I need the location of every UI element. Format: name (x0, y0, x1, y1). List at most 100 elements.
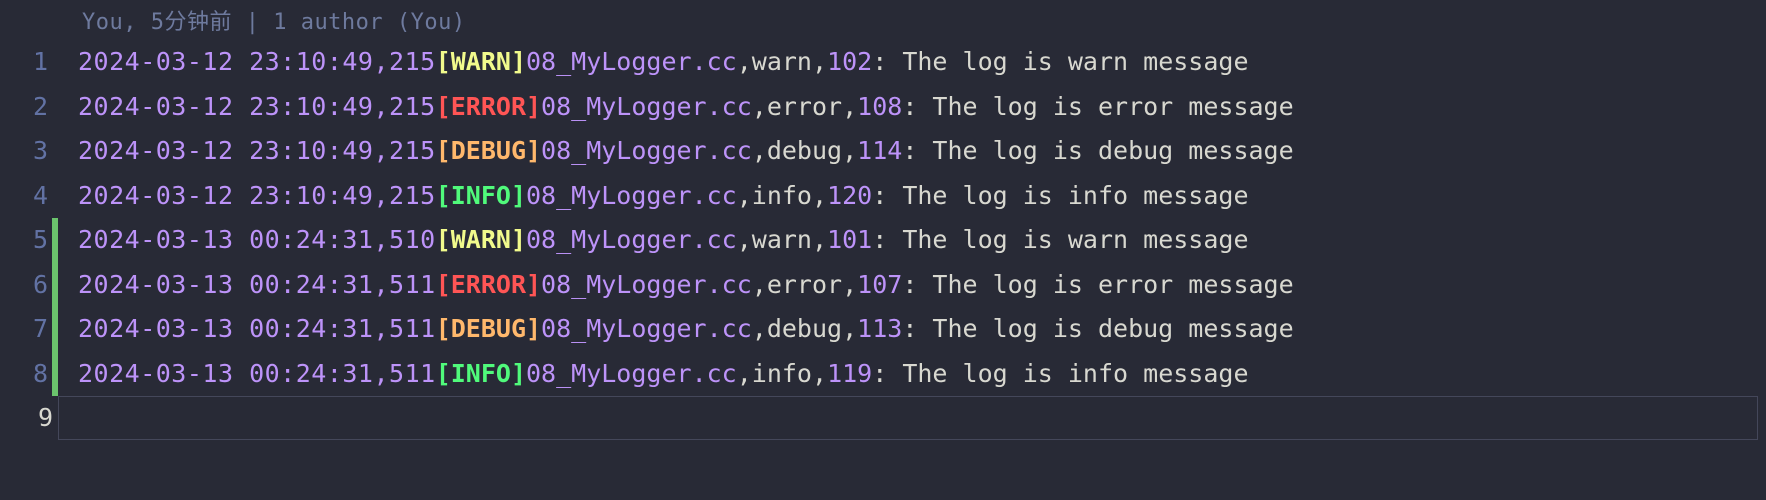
code-content[interactable]: 2024-03-12 23:10:49,215 [DEBUG] 08_MyLog… (78, 129, 1294, 174)
log-line[interactable]: 1 2024-03-12 23:10:49,215 [WARN] 08_MyLog… (0, 40, 1766, 85)
log-function: info (752, 352, 812, 397)
log-level-badge: [WARN] (436, 218, 526, 263)
log-function: debug (767, 307, 842, 352)
log-line-number: 120 (827, 174, 872, 219)
log-level-badge: [DEBUG] (436, 307, 541, 352)
separator: , (752, 129, 767, 174)
log-timestamp: 2024-03-12 23:10:49,215 (78, 40, 436, 85)
line-number: 9 (1, 397, 53, 439)
log-line-number: 114 (857, 129, 902, 174)
log-line[interactable]: 3 2024-03-12 23:10:49,215 [DEBUG] 08_MyLo… (0, 129, 1766, 174)
log-line[interactable]: 7 2024-03-13 00:24:31,511 [DEBUG] 08_MyLo… (0, 307, 1766, 352)
code-editor[interactable]: You, 5分钟前 | 1 author (You) 1 2024-03-12 2… (0, 0, 1766, 500)
log-function: error (767, 263, 842, 308)
log-line-number: 102 (827, 40, 872, 85)
log-timestamp: 2024-03-13 00:24:31,511 (78, 352, 436, 397)
log-source-file: 08_MyLogger.cc (526, 174, 737, 219)
log-message: : The log is warn message (872, 218, 1248, 263)
log-source-file: 08_MyLogger.cc (526, 352, 737, 397)
line-number: 6 (0, 263, 52, 308)
separator: , (737, 352, 752, 397)
log-line[interactable]: 5 2024-03-13 00:24:31,510 [WARN] 08_MyLog… (0, 218, 1766, 263)
log-source-file: 08_MyLogger.cc (541, 263, 752, 308)
log-timestamp: 2024-03-13 00:24:31,511 (78, 307, 436, 352)
log-timestamp: 2024-03-13 00:24:31,511 (78, 263, 436, 308)
log-message: : The log is debug message (902, 307, 1293, 352)
log-message: : The log is info message (872, 174, 1248, 219)
log-level-badge: [ERROR] (436, 85, 541, 130)
log-line-number: 107 (857, 263, 902, 308)
separator: , (752, 85, 767, 130)
separator: , (842, 307, 857, 352)
log-line-number: 113 (857, 307, 902, 352)
gutter-change-marker (52, 307, 58, 352)
log-message: : The log is warn message (872, 40, 1248, 85)
gutter-change-marker (52, 174, 58, 219)
log-timestamp: 2024-03-13 00:24:31,510 (78, 218, 436, 263)
log-message: : The log is info message (872, 352, 1248, 397)
separator: , (737, 174, 752, 219)
line-number: 3 (0, 129, 52, 174)
gutter-change-marker (52, 352, 58, 397)
separator: , (737, 40, 752, 85)
log-level-badge: [DEBUG] (436, 129, 541, 174)
log-function: info (752, 174, 812, 219)
log-message: : The log is error message (902, 263, 1293, 308)
code-content[interactable]: 2024-03-13 00:24:31,511 [DEBUG] 08_MyLog… (78, 307, 1294, 352)
log-level-badge: [INFO] (436, 174, 526, 219)
log-source-file: 08_MyLogger.cc (541, 129, 752, 174)
separator: , (842, 85, 857, 130)
log-function: debug (767, 129, 842, 174)
gutter-change-marker (52, 85, 58, 130)
line-number: 5 (0, 218, 52, 263)
separator: , (812, 218, 827, 263)
code-content[interactable]: 2024-03-13 00:24:31,511 [INFO] 08_MyLogg… (78, 352, 1249, 397)
gutter-change-marker (52, 40, 58, 85)
log-source-file: 08_MyLogger.cc (526, 218, 737, 263)
log-message: : The log is debug message (902, 129, 1293, 174)
log-function: error (767, 85, 842, 130)
code-content[interactable]: 2024-03-13 00:24:31,511 [ERROR] 08_MyLog… (78, 263, 1294, 308)
log-line-number: 101 (827, 218, 872, 263)
log-function: warn (752, 218, 812, 263)
log-source-file: 08_MyLogger.cc (541, 307, 752, 352)
separator: , (842, 129, 857, 174)
log-line-number: 119 (827, 352, 872, 397)
log-line[interactable]: 2 2024-03-12 23:10:49,215 [ERROR] 08_MyLo… (0, 85, 1766, 130)
gutter-change-marker (52, 218, 58, 263)
log-line[interactable]: 8 2024-03-13 00:24:31,511 [INFO] 08_MyLog… (0, 352, 1766, 397)
log-level-badge: [INFO] (436, 352, 526, 397)
current-line-highlight: 9 (58, 396, 1758, 440)
log-line-number: 108 (857, 85, 902, 130)
log-line[interactable]: 4 2024-03-12 23:10:49,215 [INFO] 08_MyLog… (0, 174, 1766, 219)
separator: , (812, 40, 827, 85)
log-timestamp: 2024-03-12 23:10:49,215 (78, 174, 436, 219)
codelens-author-info[interactable]: You, 5分钟前 | 1 author (You) (0, 6, 1766, 40)
log-level-badge: [WARN] (436, 40, 526, 85)
gutter-change-marker (52, 129, 58, 174)
log-function: warn (752, 40, 812, 85)
line-number: 8 (0, 352, 52, 397)
separator: , (812, 352, 827, 397)
log-message: : The log is error message (902, 85, 1293, 130)
line-number: 7 (0, 307, 52, 352)
log-timestamp: 2024-03-12 23:10:49,215 (78, 129, 436, 174)
gutter-change-marker (52, 263, 58, 308)
log-line[interactable]: 6 2024-03-13 00:24:31,511 [ERROR] 08_MyLo… (0, 263, 1766, 308)
line-number: 1 (0, 40, 52, 85)
log-source-file: 08_MyLogger.cc (526, 40, 737, 85)
code-content[interactable]: 2024-03-12 23:10:49,215 [INFO] 08_MyLogg… (78, 174, 1249, 219)
separator: , (812, 174, 827, 219)
log-source-file: 08_MyLogger.cc (541, 85, 752, 130)
log-timestamp: 2024-03-12 23:10:49,215 (78, 85, 436, 130)
separator: , (842, 263, 857, 308)
line-number: 2 (0, 85, 52, 130)
code-content[interactable]: 2024-03-12 23:10:49,215 [ERROR] 08_MyLog… (78, 85, 1294, 130)
separator: , (752, 307, 767, 352)
line-number: 4 (0, 174, 52, 219)
code-content[interactable]: 2024-03-12 23:10:49,215 [WARN] 08_MyLogg… (78, 40, 1249, 85)
log-level-badge: [ERROR] (436, 263, 541, 308)
code-content[interactable]: 2024-03-13 00:24:31,510 [WARN] 08_MyLogg… (78, 218, 1249, 263)
separator: , (737, 218, 752, 263)
separator: , (752, 263, 767, 308)
